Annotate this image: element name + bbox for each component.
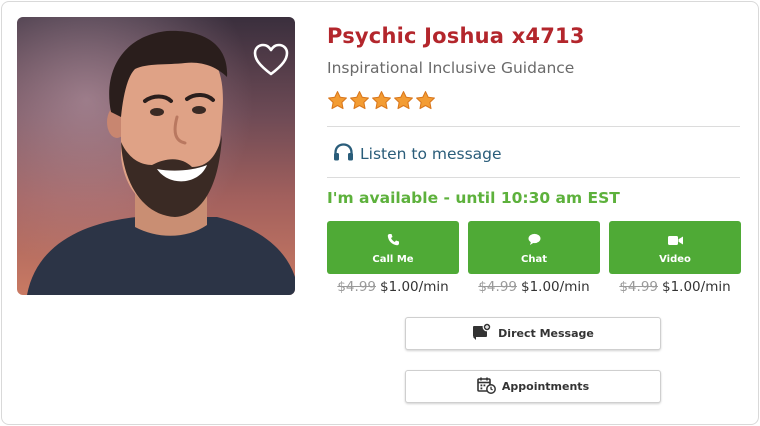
chat-bubble-icon [528, 231, 541, 250]
video-current-price: $1.00/min [662, 279, 731, 295]
chat-price: $4.99 $1.00/min [464, 279, 604, 295]
calendar-clock-icon [477, 376, 496, 398]
star-icon [327, 90, 348, 115]
video-price: $4.99 $1.00/min [605, 279, 745, 295]
call-price: $4.99 $1.00/min [323, 279, 463, 295]
chat-current-price: $1.00/min [521, 279, 590, 295]
star-icon [349, 90, 370, 115]
star-icon [371, 90, 392, 115]
appointments-label: Appointments [501, 380, 590, 393]
phone-icon [387, 231, 399, 250]
video-label: Video [659, 253, 691, 265]
star-rating [327, 90, 436, 115]
video-old-price: $4.99 [619, 279, 658, 295]
profile-photo[interactable] [17, 17, 295, 295]
call-current-price: $1.00/min [380, 279, 449, 295]
divider [327, 177, 740, 178]
divider [327, 126, 740, 127]
chat-button[interactable]: Chat [468, 221, 600, 274]
psychic-name[interactable]: Psychic Joshua x4713 [327, 24, 585, 48]
direct-message-button[interactable]: Direct Message [405, 317, 661, 350]
call-me-button[interactable]: Call Me [327, 221, 459, 274]
psychic-profile-card: Psychic Joshua x4713 Inspirational Inclu… [1, 1, 759, 425]
appointments-button[interactable]: Appointments [405, 370, 661, 403]
video-camera-icon [667, 231, 683, 250]
direct-message-label: Direct Message [498, 327, 594, 340]
chat-label: Chat [521, 253, 547, 265]
message-icon [472, 322, 492, 344]
listen-to-message-link[interactable]: Listen to message [333, 142, 502, 166]
availability-status: I'm available - until 10:30 am EST [327, 189, 620, 207]
video-button[interactable]: Video [609, 221, 741, 274]
headphones-icon [333, 142, 354, 166]
chat-old-price: $4.99 [478, 279, 517, 295]
psychic-tagline: Inspirational Inclusive Guidance [327, 59, 575, 77]
star-icon [393, 90, 414, 115]
favorite-heart-icon[interactable] [253, 43, 289, 77]
call-me-label: Call Me [372, 253, 414, 265]
call-old-price: $4.99 [337, 279, 376, 295]
listen-label: Listen to message [360, 145, 502, 163]
star-icon [415, 90, 436, 115]
